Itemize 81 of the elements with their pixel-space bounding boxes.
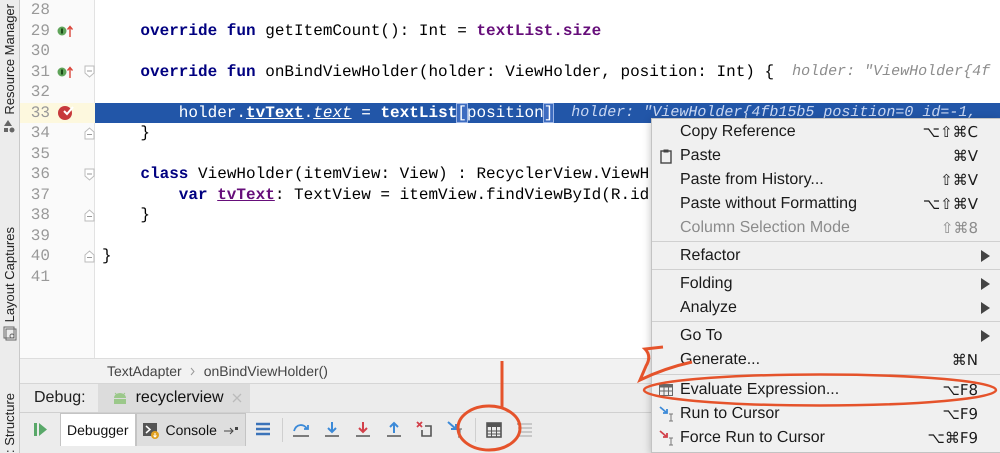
menu-item[interactable]: Copy Reference ⌥⇧⌘C — [652, 120, 1000, 144]
code-line: holder.tvText.text = textList[position] — [178, 102, 554, 123]
shortcut-text: ⇧⌘8 — [940, 218, 978, 239]
circle-arrow-icon[interactable] — [57, 64, 73, 79]
step-out-icon[interactable] — [385, 420, 404, 438]
side-tab[interactable]: Resource Manager — [0, 4, 18, 115]
code-line: } — [140, 123, 150, 144]
chevron-icon — [190, 366, 196, 376]
shortcut-text: ⌥⇧⌘C — [922, 122, 978, 143]
calculator-icon[interactable] — [485, 420, 504, 438]
inline-hint: holder: "ViewHolder{4fb15b5 position=0 id=-1, — [571, 102, 976, 122]
shortcut-text: ⌘V — [952, 146, 978, 167]
fold-icon[interactable] — [84, 168, 95, 181]
force-run-to-cursor-icon — [658, 430, 674, 446]
line-number: 36 — [30, 164, 50, 184]
debug-tab[interactable]: Console — [136, 413, 246, 446]
code-line: } — [140, 205, 150, 226]
shapes-icon — [2, 118, 16, 134]
line-number: 41 — [30, 266, 50, 287]
menu-item[interactable]: Paste ⌘V — [652, 144, 1000, 168]
shortcut-text: ⌥⇧⌘V — [922, 194, 978, 215]
shortcut-text: ⌥F9 — [942, 404, 978, 425]
breadcrumb-item[interactable]: onBindViewHolder() — [204, 360, 328, 382]
menu-item[interactable]: Evaluate Expression... ⌥F8 — [652, 378, 1000, 402]
code-line: override fun getItemCount(): Int = textList.size — [140, 20, 602, 41]
drop-frame-icon[interactable] — [416, 420, 434, 438]
code-line: var tvText: TextView = itemView.findViewById(R.id — [178, 184, 650, 205]
resume-icon — [32, 421, 48, 438]
menu-item[interactable]: Force Run to Cursor ⌥⌘F9 — [652, 426, 1000, 450]
magnifier-window-icon — [2, 326, 16, 341]
shortcut-text: ⌘N — [952, 350, 978, 371]
submenu-arrow-icon — [981, 302, 990, 314]
force-step-into-icon[interactable] — [354, 420, 372, 438]
line-number: 37 — [30, 184, 50, 205]
side-tab[interactable]: Layout Captures — [0, 226, 18, 322]
submenu-arrow-icon — [981, 250, 990, 262]
line-number: 40 — [30, 246, 50, 266]
line-number: 29 — [30, 20, 50, 41]
menu-item[interactable]: Go To — [652, 324, 1000, 348]
shortcut-text: ⌥F8 — [942, 380, 978, 401]
breakpoint-icon[interactable] — [56, 104, 74, 121]
clipboard-icon — [659, 148, 673, 164]
debug-tab[interactable]: Debugger — [60, 413, 136, 446]
line-number: 34 — [30, 123, 50, 144]
menu-item[interactable]: Paste from History... ⇧⌘V — [652, 168, 1000, 192]
pin-icon[interactable] — [222, 424, 239, 436]
annotation-ellipse — [456, 404, 522, 452]
session-tab[interactable]: recyclerview — [98, 384, 250, 412]
debug-label: Debug: — [33, 388, 87, 408]
robot-icon — [112, 392, 128, 404]
line-number: 28 — [30, 0, 50, 20]
line-number: 31 — [30, 62, 50, 82]
step-into-icon[interactable] — [323, 420, 342, 438]
list-icon[interactable] — [516, 420, 534, 438]
code-line: override fun onBindViewHolder(holder: ViewHolder, position: Int) { — [140, 62, 774, 82]
menu-item[interactable]: Analyze — [652, 296, 1000, 320]
menu-item[interactable]: Generate... ⌘N — [652, 348, 1000, 372]
run-to-cursor-icon — [658, 406, 674, 422]
line-number: 32 — [30, 82, 50, 102]
line-number: 35 — [30, 144, 50, 164]
line-number: 33 — [30, 102, 50, 123]
breadcrumb-item[interactable]: TextAdapter — [107, 360, 182, 382]
circle-arrow-icon[interactable] — [57, 24, 73, 38]
calculator-icon — [659, 384, 673, 396]
submenu-arrow-icon — [981, 278, 990, 290]
menu-item[interactable]: Folding — [652, 272, 1000, 296]
code-line: class ViewHolder(itemView: View) : RecyclerView.ViewH — [140, 164, 650, 184]
menu-item[interactable]: Paste without Formatting ⌥⇧⌘V — [652, 192, 1000, 216]
annotation-line — [500, 361, 504, 408]
code-line: } — [102, 246, 112, 266]
inline-hint: holder: "ViewHolder{4f — [792, 62, 990, 82]
shortcut-text: ⇧⌘V — [940, 170, 978, 191]
shortcut-text: ⌥⌘F9 — [928, 428, 978, 449]
console-icon — [142, 422, 160, 438]
submenu-arrow-icon — [981, 330, 990, 342]
line-number: 30 — [30, 41, 50, 62]
side-tab[interactable]: : Structure — [0, 393, 18, 453]
line-number: 38 — [30, 205, 50, 226]
menu-item[interactable]: Run to Cursor ⌥F9 — [652, 402, 1000, 426]
menu-item[interactable]: Refactor — [652, 244, 1000, 268]
line-number: 39 — [30, 226, 50, 246]
